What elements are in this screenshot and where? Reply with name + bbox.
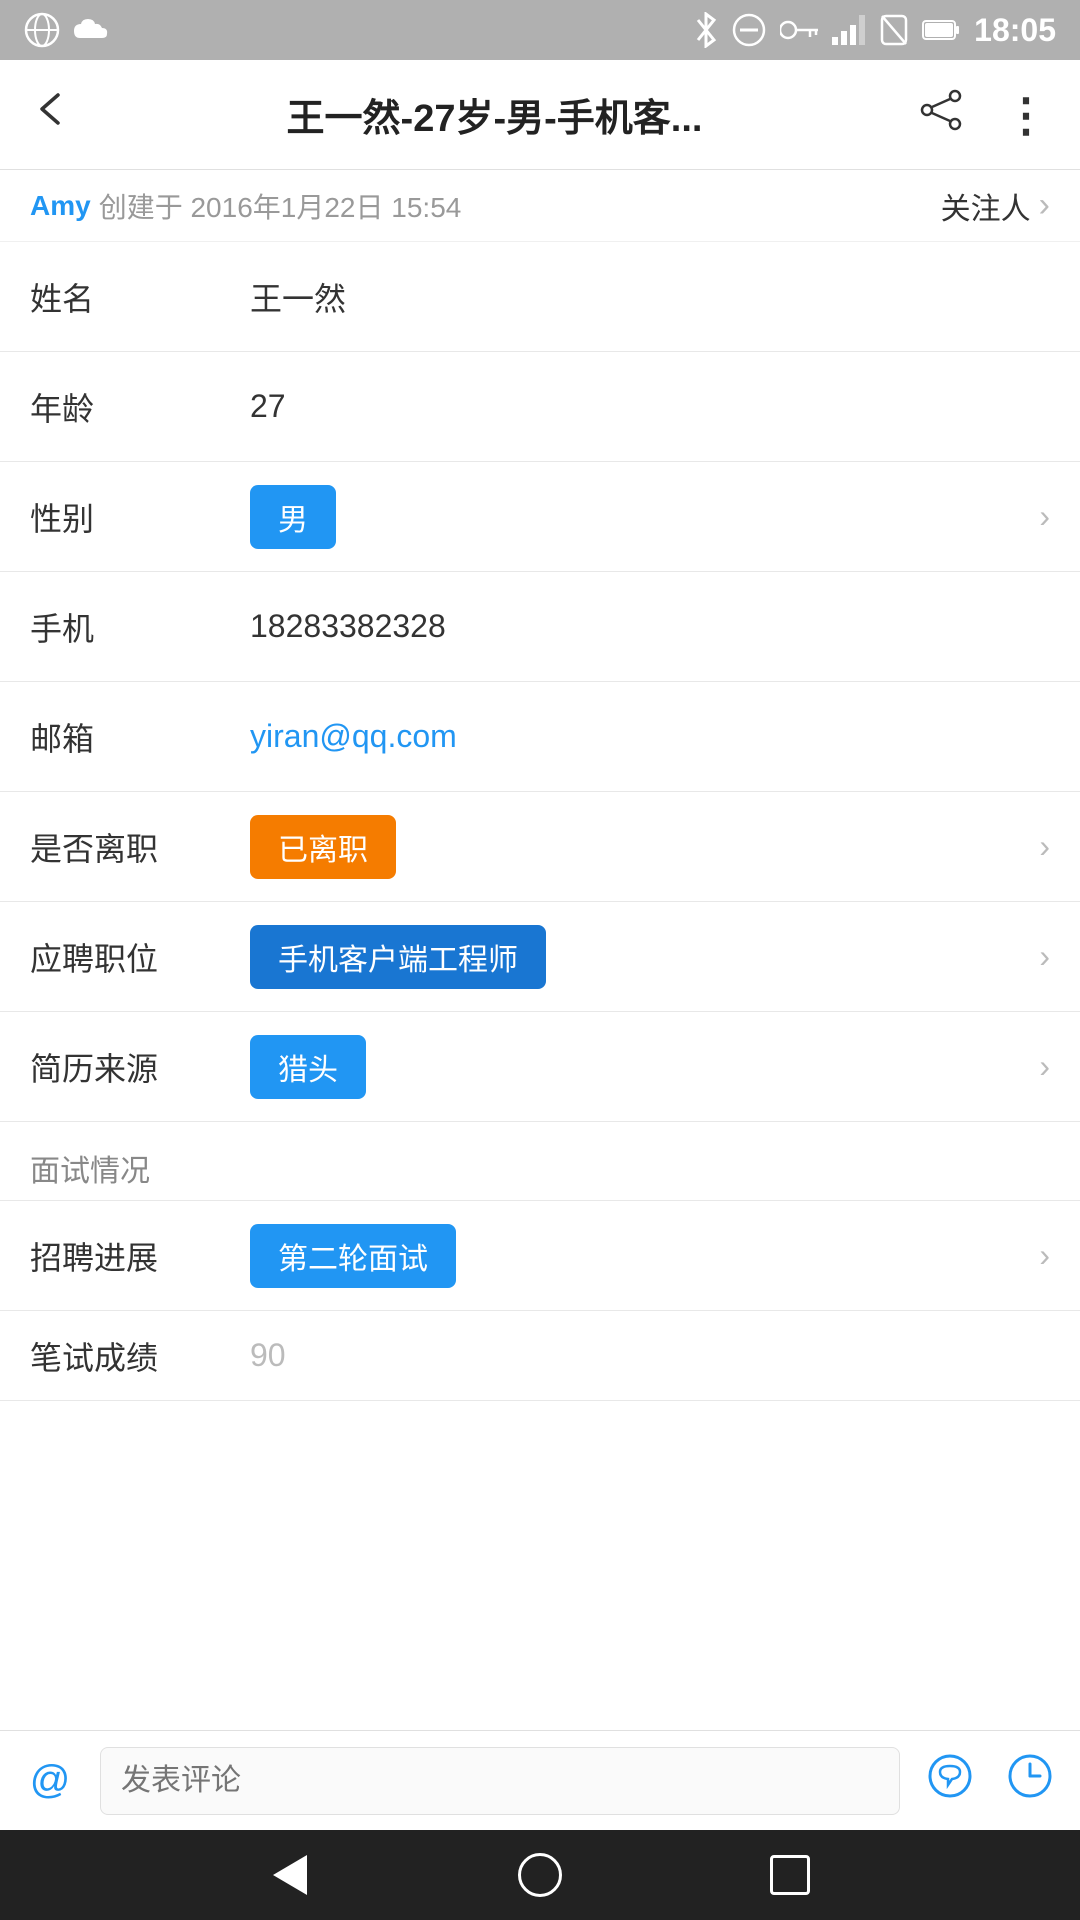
nav-bar xyxy=(0,1830,1080,1920)
label-name: 姓名 xyxy=(30,274,250,320)
status-bar-left xyxy=(24,12,110,48)
label-position: 应聘职位 xyxy=(30,934,250,980)
at-button[interactable]: @ xyxy=(20,1758,80,1803)
comment-input[interactable] xyxy=(100,1747,900,1815)
history-icon-button[interactable] xyxy=(1000,1752,1060,1810)
value-written-score: 90 xyxy=(250,1337,1050,1374)
interview-section-header: 面试情况 xyxy=(0,1122,1080,1201)
no-sim-icon xyxy=(880,14,908,46)
more-button[interactable]: ⋮ xyxy=(993,78,1060,152)
info-section: 姓名 王一然 年龄 27 性别 男 › 手机 18283382328 邮箱 yi… xyxy=(0,242,1080,1122)
nav-back-button[interactable] xyxy=(265,1850,315,1900)
field-email: 邮箱 yiran@qq.com xyxy=(0,682,1080,792)
nav-recents-button[interactable] xyxy=(765,1850,815,1900)
nav-home-button[interactable] xyxy=(515,1850,565,1900)
value-source: 猎头 xyxy=(250,1035,1029,1099)
position-badge[interactable]: 手机客户端工程师 xyxy=(250,925,546,989)
resigned-chevron: › xyxy=(1039,828,1050,865)
field-source[interactable]: 简历来源 猎头 › xyxy=(0,1012,1080,1122)
label-recruitment-progress: 招聘进展 xyxy=(30,1233,250,1279)
field-age: 年龄 27 xyxy=(0,352,1080,462)
label-gender: 性别 xyxy=(30,494,250,540)
field-resigned[interactable]: 是否离职 已离职 › xyxy=(0,792,1080,902)
comment-bar: @ xyxy=(0,1730,1080,1830)
source-badge[interactable]: 猎头 xyxy=(250,1035,366,1099)
status-time: 18:05 xyxy=(974,12,1056,49)
creator-name: Amy xyxy=(30,190,91,222)
gender-badge[interactable]: 男 xyxy=(250,485,336,549)
value-phone: 18283382328 xyxy=(250,608,1050,645)
recruitment-progress-badge[interactable]: 第二轮面试 xyxy=(250,1224,456,1288)
field-recruitment-progress[interactable]: 招聘进展 第二轮面试 › xyxy=(0,1201,1080,1311)
field-gender[interactable]: 性别 男 › xyxy=(0,462,1080,572)
recruitment-progress-chevron: › xyxy=(1039,1237,1050,1274)
followers-chevron: › xyxy=(1039,186,1050,225)
resigned-badge[interactable]: 已离职 xyxy=(250,815,396,879)
label-email: 邮箱 xyxy=(30,714,250,760)
label-age: 年龄 xyxy=(30,384,250,430)
meta-row: Amy 创建于 2016年1月22日 15:54 关注人 › xyxy=(0,170,1080,242)
value-name: 王一然 xyxy=(250,274,1050,320)
meta-info: Amy 创建于 2016年1月22日 15:54 xyxy=(30,186,461,226)
value-age: 27 xyxy=(250,388,1050,425)
gender-chevron: › xyxy=(1039,498,1050,535)
key-icon xyxy=(780,19,818,41)
position-chevron: › xyxy=(1039,938,1050,975)
share-button[interactable] xyxy=(909,78,973,152)
page-title: 王一然-27岁-男-手机客... xyxy=(100,87,889,142)
field-position[interactable]: 应聘职位 手机客户端工程师 › xyxy=(0,902,1080,1012)
followers-label: 关注人 xyxy=(941,184,1031,228)
label-resigned: 是否离职 xyxy=(30,824,250,870)
value-position: 手机客户端工程师 xyxy=(250,925,1029,989)
value-email[interactable]: yiran@qq.com xyxy=(250,718,457,755)
signal-icon xyxy=(832,15,866,45)
label-source: 简历来源 xyxy=(30,1044,250,1090)
toolbar: 王一然-27岁-男-手机客... ⋮ xyxy=(0,60,1080,170)
globe-icon xyxy=(24,12,60,48)
source-chevron: › xyxy=(1039,1048,1050,1085)
created-date: 创建于 2016年1月22日 15:54 xyxy=(99,186,462,226)
label-written-score: 笔试成绩 xyxy=(30,1333,250,1379)
field-name: 姓名 王一然 xyxy=(0,242,1080,352)
cloud-icon xyxy=(72,16,110,44)
value-gender: 男 xyxy=(250,485,1029,549)
value-resigned: 已离职 xyxy=(250,815,1029,879)
recruitment-section: 招聘进展 第二轮面试 › 笔试成绩 90 xyxy=(0,1201,1080,1401)
status-bar: 18:05 xyxy=(0,0,1080,60)
field-phone: 手机 18283382328 xyxy=(0,572,1080,682)
label-phone: 手机 xyxy=(30,604,250,650)
battery-icon xyxy=(922,18,960,42)
minus-circle-icon xyxy=(732,13,766,47)
status-bar-right: 18:05 xyxy=(694,12,1056,49)
value-recruitment-progress: 第二轮面试 xyxy=(250,1224,1029,1288)
field-written-score: 笔试成绩 90 xyxy=(0,1311,1080,1401)
followers-link[interactable]: 关注人 › xyxy=(941,184,1050,228)
bluetooth-icon xyxy=(694,12,718,48)
comment-icon-button[interactable] xyxy=(920,1752,980,1810)
back-button[interactable] xyxy=(20,79,80,150)
